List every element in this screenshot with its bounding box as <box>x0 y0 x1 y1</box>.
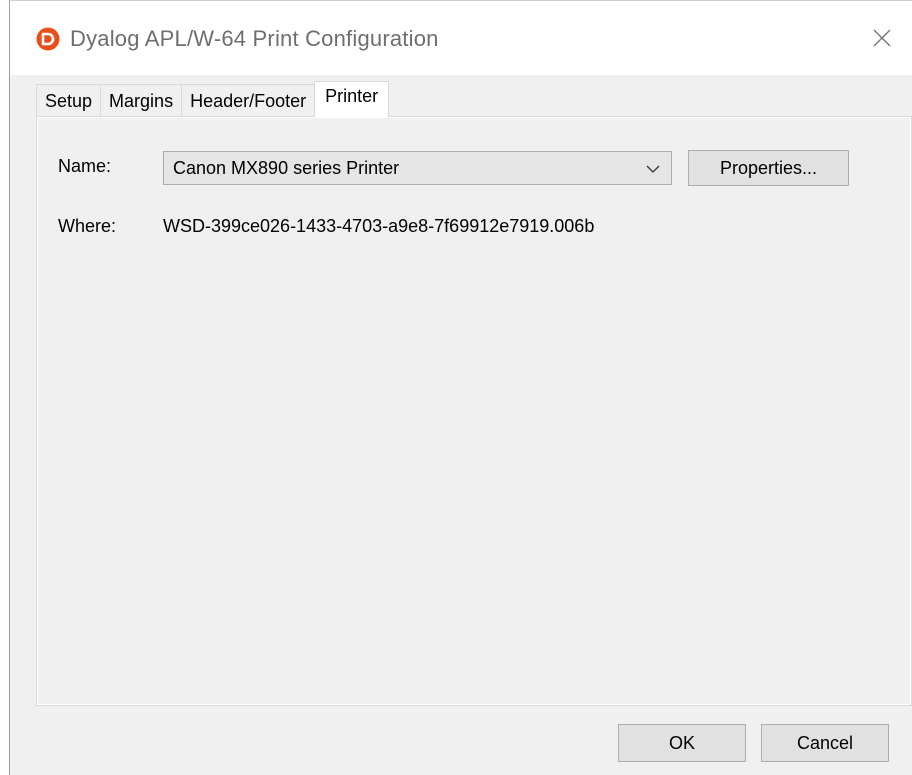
name-label: Name: <box>58 156 112 176</box>
ok-button[interactable]: OK <box>618 724 746 762</box>
cancel-button[interactable]: Cancel <box>761 724 889 762</box>
printer-name-value: Canon MX890 series Printer <box>173 158 400 178</box>
close-button[interactable] <box>852 1 912 75</box>
printer-tab-panel: Name: Canon MX890 series Printer Propert… <box>36 116 912 706</box>
tab-strip: Setup Margins Header/Footer Printer <box>36 81 390 117</box>
close-icon <box>873 29 891 47</box>
print-configuration-dialog: Dyalog APL/W-64 Print Configuration Setu… <box>9 0 912 775</box>
tab-setup[interactable]: Setup <box>36 84 102 117</box>
panel-edge <box>37 117 911 705</box>
chevron-down-icon <box>646 165 660 173</box>
tab-printer[interactable]: Printer <box>314 81 390 117</box>
where-label: Where: <box>58 216 117 236</box>
tab-header-footer[interactable]: Header/Footer <box>181 84 316 117</box>
title-bar[interactable]: Dyalog APL/W-64 Print Configuration <box>10 1 912 75</box>
printer-name-dropdown[interactable]: Canon MX890 series Printer <box>163 151 672 185</box>
background-strip <box>0 0 9 775</box>
window-title: Dyalog APL/W-64 Print Configuration <box>70 26 439 51</box>
where-value: WSD-399ce026-1433-4703-a9e8-7f69912e7919… <box>163 216 595 236</box>
tab-margins[interactable]: Margins <box>100 84 183 117</box>
dyalog-app-icon <box>36 27 60 51</box>
properties-button[interactable]: Properties... <box>688 150 849 186</box>
